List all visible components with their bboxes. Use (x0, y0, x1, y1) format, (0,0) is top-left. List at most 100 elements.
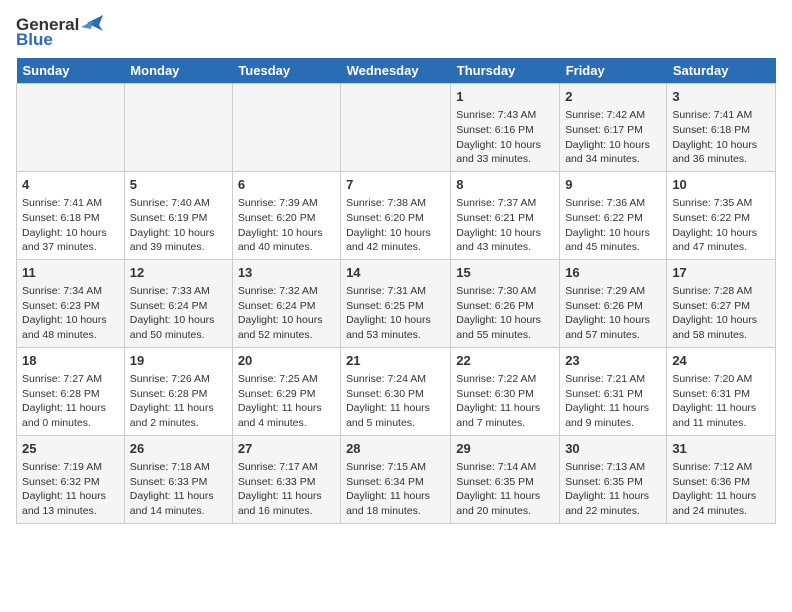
calendar-cell: 18 Sunrise: 7:27 AM Sunset: 6:28 PM Dayli… (17, 347, 125, 435)
calendar-cell: 23 Sunrise: 7:21 AM Sunset: 6:31 PM Dayli… (560, 347, 667, 435)
calendar-cell: 24 Sunrise: 7:20 AM Sunset: 6:31 PM Dayli… (667, 347, 776, 435)
day-number: 7 (346, 176, 445, 194)
day-of-week-wednesday: Wednesday (341, 58, 451, 84)
cell-content: Sunrise: 7:42 AM Sunset: 6:17 PM Dayligh… (565, 108, 661, 167)
calendar-week-5: 25 Sunrise: 7:19 AM Sunset: 6:32 PM Dayli… (17, 435, 776, 523)
day-number: 28 (346, 440, 445, 458)
calendar-cell: 7 Sunrise: 7:38 AM Sunset: 6:20 PM Daylig… (341, 171, 451, 259)
day-number: 6 (238, 176, 335, 194)
day-number: 4 (22, 176, 119, 194)
calendar-cell: 28 Sunrise: 7:15 AM Sunset: 6:34 PM Dayli… (341, 435, 451, 523)
cell-content: Sunrise: 7:43 AM Sunset: 6:16 PM Dayligh… (456, 108, 554, 167)
day-number: 15 (456, 264, 554, 282)
day-number: 19 (130, 352, 227, 370)
day-number: 10 (672, 176, 770, 194)
cell-content: Sunrise: 7:37 AM Sunset: 6:21 PM Dayligh… (456, 196, 554, 255)
day-of-week-tuesday: Tuesday (232, 58, 340, 84)
day-number: 8 (456, 176, 554, 194)
cell-content: Sunrise: 7:18 AM Sunset: 6:33 PM Dayligh… (130, 460, 227, 519)
day-number: 3 (672, 88, 770, 106)
calendar-cell (232, 84, 340, 172)
calendar-cell: 20 Sunrise: 7:25 AM Sunset: 6:29 PM Dayli… (232, 347, 340, 435)
day-number: 26 (130, 440, 227, 458)
cell-content: Sunrise: 7:22 AM Sunset: 6:30 PM Dayligh… (456, 372, 554, 431)
day-number: 27 (238, 440, 335, 458)
cell-content: Sunrise: 7:12 AM Sunset: 6:36 PM Dayligh… (672, 460, 770, 519)
cell-content: Sunrise: 7:41 AM Sunset: 6:18 PM Dayligh… (22, 196, 119, 255)
cell-content: Sunrise: 7:32 AM Sunset: 6:24 PM Dayligh… (238, 284, 335, 343)
day-of-week-saturday: Saturday (667, 58, 776, 84)
cell-content: Sunrise: 7:21 AM Sunset: 6:31 PM Dayligh… (565, 372, 661, 431)
cell-content: Sunrise: 7:25 AM Sunset: 6:29 PM Dayligh… (238, 372, 335, 431)
calendar-cell: 10 Sunrise: 7:35 AM Sunset: 6:22 PM Dayli… (667, 171, 776, 259)
day-number: 30 (565, 440, 661, 458)
calendar-week-4: 18 Sunrise: 7:27 AM Sunset: 6:28 PM Dayli… (17, 347, 776, 435)
calendar-cell: 30Sunrise: 7:13 AM Sunset: 6:35 PM Dayli… (560, 435, 667, 523)
calendar-cell: 15 Sunrise: 7:30 AM Sunset: 6:26 PM Dayli… (451, 259, 560, 347)
cell-content: Sunrise: 7:38 AM Sunset: 6:20 PM Dayligh… (346, 196, 445, 255)
day-number: 5 (130, 176, 227, 194)
calendar-header-row: SundayMondayTuesdayWednesdayThursdayFrid… (17, 58, 776, 84)
logo-bird-icon (81, 13, 103, 33)
calendar-cell (17, 84, 125, 172)
calendar-cell: 8 Sunrise: 7:37 AM Sunset: 6:21 PM Daylig… (451, 171, 560, 259)
cell-content: Sunrise: 7:19 AM Sunset: 6:32 PM Dayligh… (22, 460, 119, 519)
day-number: 25 (22, 440, 119, 458)
cell-content: Sunrise: 7:27 AM Sunset: 6:28 PM Dayligh… (22, 372, 119, 431)
calendar-cell: 27 Sunrise: 7:17 AM Sunset: 6:33 PM Dayli… (232, 435, 340, 523)
cell-content: Sunrise: 7:17 AM Sunset: 6:33 PM Dayligh… (238, 460, 335, 519)
cell-content: Sunrise: 7:33 AM Sunset: 6:24 PM Dayligh… (130, 284, 227, 343)
calendar-cell: 19 Sunrise: 7:26 AM Sunset: 6:28 PM Dayli… (124, 347, 232, 435)
cell-content: Sunrise: 7:30 AM Sunset: 6:26 PM Dayligh… (456, 284, 554, 343)
day-number: 16 (565, 264, 661, 282)
day-number: 23 (565, 352, 661, 370)
cell-content: Sunrise: 7:34 AM Sunset: 6:23 PM Dayligh… (22, 284, 119, 343)
calendar-cell: 25 Sunrise: 7:19 AM Sunset: 6:32 PM Dayli… (17, 435, 125, 523)
page-header: General Blue (16, 16, 776, 48)
cell-content: Sunrise: 7:20 AM Sunset: 6:31 PM Dayligh… (672, 372, 770, 431)
day-number: 24 (672, 352, 770, 370)
day-of-week-sunday: Sunday (17, 58, 125, 84)
calendar-cell: 16 Sunrise: 7:29 AM Sunset: 6:26 PM Dayli… (560, 259, 667, 347)
calendar-week-1: 1 Sunrise: 7:43 AM Sunset: 6:16 PM Daylig… (17, 84, 776, 172)
day-number: 20 (238, 352, 335, 370)
cell-content: Sunrise: 7:41 AM Sunset: 6:18 PM Dayligh… (672, 108, 770, 167)
cell-content: Sunrise: 7:40 AM Sunset: 6:19 PM Dayligh… (130, 196, 227, 255)
day-number: 31 (672, 440, 770, 458)
calendar-cell: 4 Sunrise: 7:41 AM Sunset: 6:18 PM Daylig… (17, 171, 125, 259)
day-of-week-monday: Monday (124, 58, 232, 84)
cell-content: Sunrise: 7:26 AM Sunset: 6:28 PM Dayligh… (130, 372, 227, 431)
cell-content: Sunrise: 7:35 AM Sunset: 6:22 PM Dayligh… (672, 196, 770, 255)
calendar-cell: 12 Sunrise: 7:33 AM Sunset: 6:24 PM Dayli… (124, 259, 232, 347)
day-number: 2 (565, 88, 661, 106)
calendar-cell (124, 84, 232, 172)
day-number: 22 (456, 352, 554, 370)
cell-content: Sunrise: 7:14 AM Sunset: 6:35 PM Dayligh… (456, 460, 554, 519)
cell-content: Sunrise: 7:28 AM Sunset: 6:27 PM Dayligh… (672, 284, 770, 343)
logo: General Blue (16, 16, 103, 48)
cell-content: Sunrise: 7:29 AM Sunset: 6:26 PM Dayligh… (565, 284, 661, 343)
calendar-cell: 21 Sunrise: 7:24 AM Sunset: 6:30 PM Dayli… (341, 347, 451, 435)
cell-content: Sunrise: 7:24 AM Sunset: 6:30 PM Dayligh… (346, 372, 445, 431)
day-number: 1 (456, 88, 554, 106)
day-of-week-friday: Friday (560, 58, 667, 84)
calendar-cell: 6Sunrise: 7:39 AM Sunset: 6:20 PM Daylig… (232, 171, 340, 259)
calendar-cell: 13 Sunrise: 7:32 AM Sunset: 6:24 PM Dayli… (232, 259, 340, 347)
calendar-cell: 5 Sunrise: 7:40 AM Sunset: 6:19 PM Daylig… (124, 171, 232, 259)
calendar-week-2: 4 Sunrise: 7:41 AM Sunset: 6:18 PM Daylig… (17, 171, 776, 259)
calendar-cell: 1 Sunrise: 7:43 AM Sunset: 6:16 PM Daylig… (451, 84, 560, 172)
day-number: 18 (22, 352, 119, 370)
calendar-cell: 3 Sunrise: 7:41 AM Sunset: 6:18 PM Daylig… (667, 84, 776, 172)
calendar-week-3: 11 Sunrise: 7:34 AM Sunset: 6:23 PM Dayli… (17, 259, 776, 347)
calendar-table: SundayMondayTuesdayWednesdayThursdayFrid… (16, 58, 776, 524)
cell-content: Sunrise: 7:36 AM Sunset: 6:22 PM Dayligh… (565, 196, 661, 255)
cell-content: Sunrise: 7:15 AM Sunset: 6:34 PM Dayligh… (346, 460, 445, 519)
day-number: 12 (130, 264, 227, 282)
calendar-cell: 26 Sunrise: 7:18 AM Sunset: 6:33 PM Dayli… (124, 435, 232, 523)
calendar-cell: 17Sunrise: 7:28 AM Sunset: 6:27 PM Dayli… (667, 259, 776, 347)
calendar-cell (341, 84, 451, 172)
cell-content: Sunrise: 7:31 AM Sunset: 6:25 PM Dayligh… (346, 284, 445, 343)
day-number: 21 (346, 352, 445, 370)
day-number: 13 (238, 264, 335, 282)
day-number: 11 (22, 264, 119, 282)
